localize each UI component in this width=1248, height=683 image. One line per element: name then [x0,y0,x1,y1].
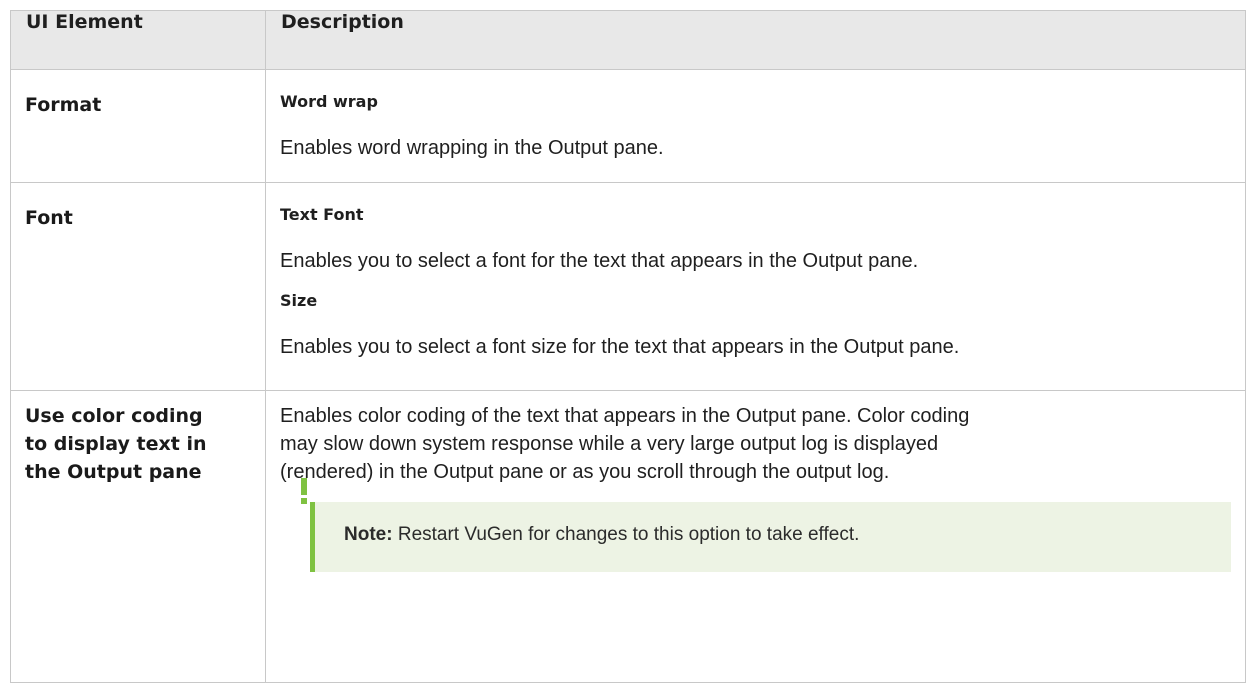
options-table: UI Element Description Format Word wrap … [10,10,1246,683]
table-header-row: UI Element Description [10,10,1246,70]
option-description: Enables word wrapping in the Output pane… [280,137,664,159]
description-line: (rendered) in the Output pane or as you … [280,461,890,483]
option-description: Enables you to select a font size for th… [280,336,960,358]
description-line: Enables color coding of the text that ap… [280,405,970,427]
header-ui-element: UI Element [10,10,266,70]
note-callout: Note: Restart VuGen for changes to this … [301,478,1231,572]
option-title: Size [280,291,318,310]
table-row: Format Word wrap Enables word wrapping i… [10,69,1246,183]
option-description: Enables you to select a font for the tex… [280,250,919,272]
element-name-line: to display text in [25,433,207,455]
table-row: Use color coding to display text in the … [10,390,1246,683]
element-cell: Font [10,182,266,391]
element-name-line: the Output pane [25,461,202,483]
description-cell: Text Font Enables you to select a font f… [265,182,1246,391]
element-name: Use color coding to display text in the … [25,391,251,486]
option-title: Text Font [280,205,364,224]
header-description: Description [265,10,1246,70]
exclamation-icon [301,478,307,504]
table-row: Font Text Font Enables you to select a f… [10,182,1246,391]
element-cell: Use color coding to display text in the … [10,390,266,683]
element-cell: Format [10,69,266,183]
note-box: Note: Restart VuGen for changes to this … [310,502,1231,572]
element-name: Font [25,207,73,229]
note-text: Note: Restart VuGen for changes to this … [344,524,859,545]
description-cell: Word wrap Enables word wrapping in the O… [265,69,1246,183]
option-description: Enables color coding of the text that ap… [280,402,1231,486]
note-label: Note: [344,524,393,545]
element-name-line: Use color coding [25,405,203,427]
description-cell: Enables color coding of the text that ap… [265,390,1246,683]
note-body: Restart VuGen for changes to this option… [392,524,860,545]
description-line: may slow down system response while a ve… [280,433,939,455]
element-name: Format [25,94,102,116]
option-title: Word wrap [280,92,378,111]
